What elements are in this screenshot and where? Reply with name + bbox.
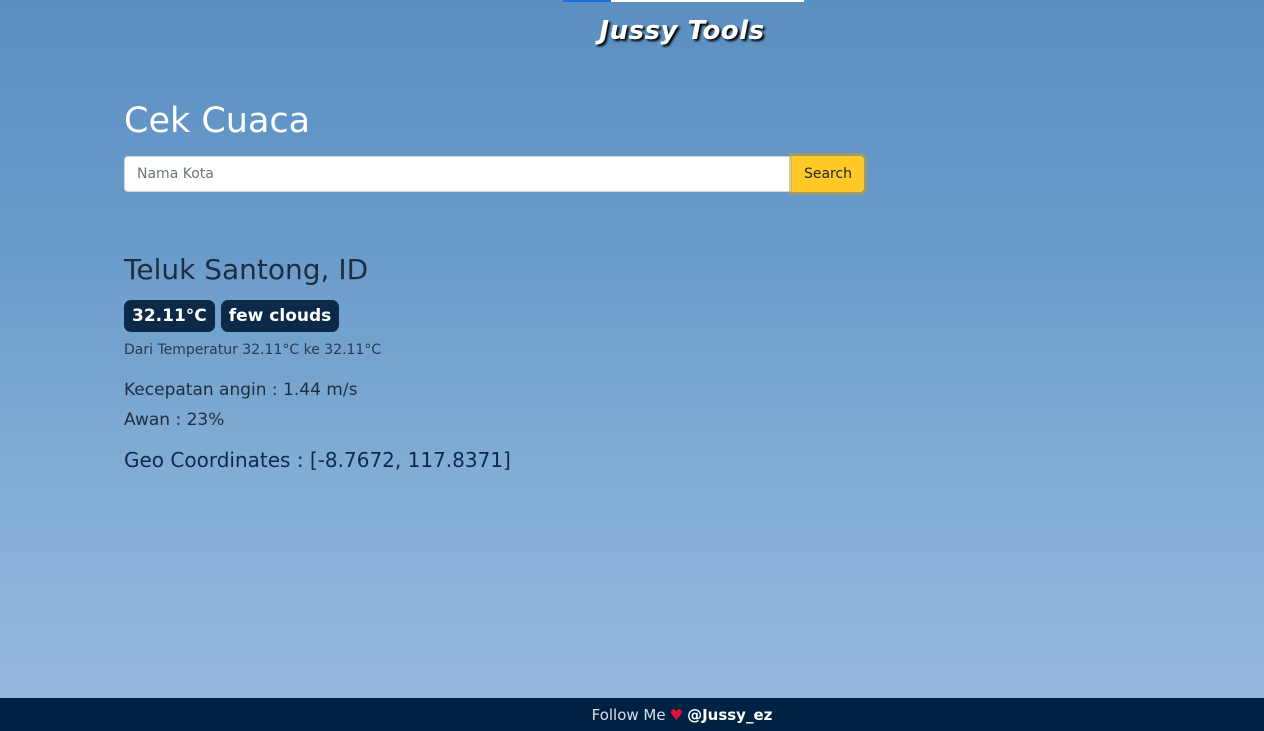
footer: Follow Me ♥ @Jussy_ez (0, 698, 1264, 731)
weather-result: Teluk Santong, ID 32.11°C few clouds Dar… (124, 252, 864, 472)
weather-badges: 32.11°C few clouds (124, 300, 864, 332)
temperature-range: Dari Temperatur 32.11°C ke 32.11°C (124, 342, 382, 358)
temperature-badge: 32.11°C (124, 300, 215, 332)
top-progress-line (563, 0, 804, 2)
brand-title: Jussy Tools (599, 16, 765, 46)
search-row: Search (124, 156, 864, 192)
cloud-coverage: Awan : 23% (124, 410, 225, 430)
geo-coordinates: Geo Coordinates : [-8.7672, 117.8371] (124, 448, 511, 472)
top-progress-accent (563, 0, 611, 2)
city-search-input[interactable] (124, 156, 792, 192)
footer-follow-text: Follow Me (591, 705, 666, 724)
search-button[interactable]: Search (792, 156, 864, 192)
page-title: Cek Cuaca (124, 101, 311, 141)
footer-handle-link[interactable]: @Jussy_ez (687, 706, 772, 724)
city-name: Teluk Santong, ID (124, 253, 369, 286)
heart-icon: ♥ (669, 705, 684, 724)
description-badge: few clouds (220, 300, 340, 332)
weather-container: Cek Cuaca Search Teluk Santong, ID 32.11… (124, 96, 864, 472)
wind-speed: Kecepatan angin : 1.44 m/s (124, 380, 358, 400)
